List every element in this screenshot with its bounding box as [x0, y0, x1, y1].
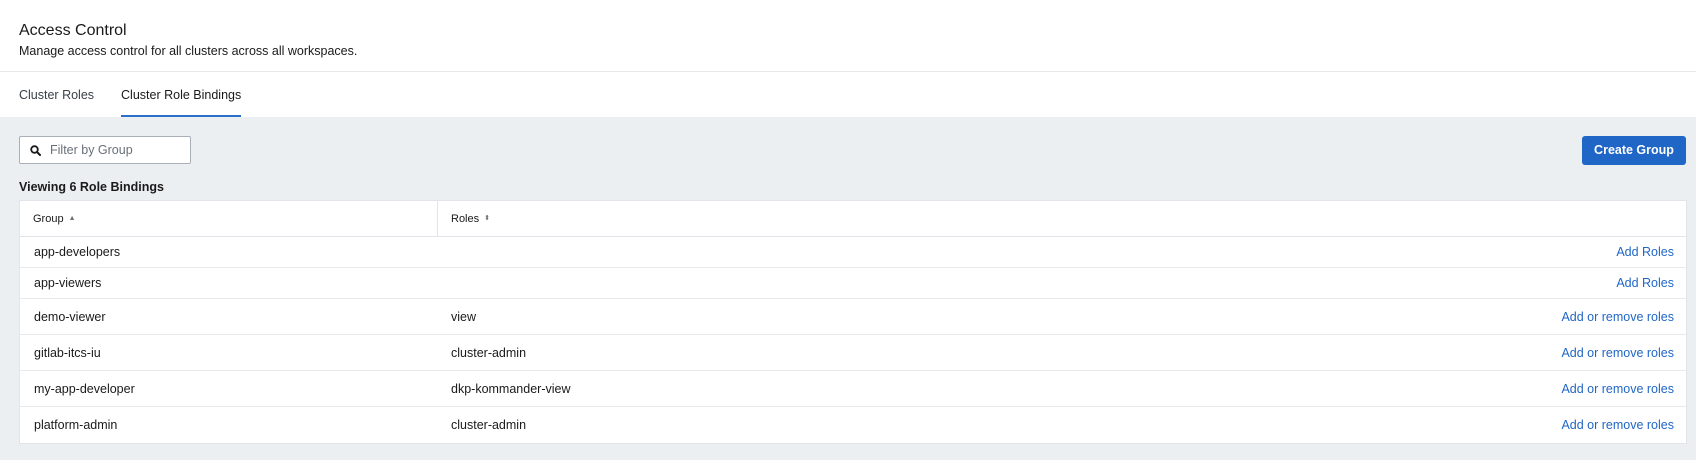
search-icon: [29, 144, 41, 156]
sort-neutral-icon: ⬍: [484, 215, 490, 222]
table-header: Group ▲ Roles ⬍: [20, 201, 1686, 237]
row-roles: view: [451, 309, 477, 324]
column-header-roles[interactable]: Roles ⬍: [438, 201, 490, 236]
add-or-remove-roles-link[interactable]: Add or remove roles: [1561, 310, 1674, 324]
page-title: Access Control: [19, 22, 127, 39]
row-roles: cluster-admin: [451, 345, 527, 360]
bindings-count-label: Viewing 6 Role Bindings: [19, 180, 164, 194]
table-row: app-developers Add Roles: [20, 237, 1686, 268]
add-roles-link[interactable]: Add Roles: [1616, 245, 1674, 259]
sort-ascending-icon: ▲: [68, 215, 76, 222]
row-group-name: app-viewers: [34, 276, 102, 290]
column-header-group[interactable]: Group ▲: [20, 201, 438, 236]
filter-group-input[interactable]: [50, 143, 180, 157]
add-roles-link[interactable]: Add Roles: [1616, 276, 1674, 290]
tab-cluster-role-bindings[interactable]: Cluster Role Bindings: [121, 72, 242, 117]
table-row: app-viewers Add Roles: [20, 268, 1686, 299]
table-row: platform-admin cluster-admin Add or remo…: [20, 407, 1686, 443]
role-bindings-table: Group ▲ Roles ⬍ app-developers Add Roles…: [19, 200, 1687, 444]
tab-cluster-roles[interactable]: Cluster Roles: [19, 72, 94, 117]
column-header-group-label: Group: [33, 212, 64, 225]
filter-group-search[interactable]: [19, 136, 191, 164]
toolbar: Create Group: [19, 135, 1686, 165]
row-roles: cluster-admin: [451, 418, 527, 432]
page-header: Access Control Manage access control for…: [0, 0, 1696, 72]
row-group-name: gitlab-itcs-iu: [34, 345, 101, 360]
table-row: my-app-developer dkp-kommander-view Add …: [20, 371, 1686, 407]
tab-bar: Cluster Roles Cluster Role Bindings: [0, 72, 1696, 117]
row-group-name: platform-admin: [34, 418, 118, 432]
create-group-button[interactable]: Create Group: [1582, 135, 1686, 165]
add-or-remove-roles-link[interactable]: Add or remove roles: [1561, 346, 1674, 360]
row-group-name: my-app-developer: [34, 381, 135, 396]
add-or-remove-roles-link[interactable]: Add or remove roles: [1561, 418, 1674, 432]
page-subtitle: Manage access control for all clusters a…: [19, 44, 358, 58]
column-header-roles-label: Roles: [451, 212, 480, 225]
row-group-name: app-developers: [34, 245, 121, 259]
table-row: gitlab-itcs-iu cluster-admin Add or remo…: [20, 335, 1686, 371]
row-roles: dkp-kommander-view: [451, 381, 571, 396]
add-or-remove-roles-link[interactable]: Add or remove roles: [1561, 382, 1674, 396]
row-group-name: demo-viewer: [34, 309, 106, 324]
table-row: demo-viewer view Add or remove roles: [20, 299, 1686, 335]
main-content: Create Group Viewing 6 Role Bindings Gro…: [0, 117, 1696, 460]
